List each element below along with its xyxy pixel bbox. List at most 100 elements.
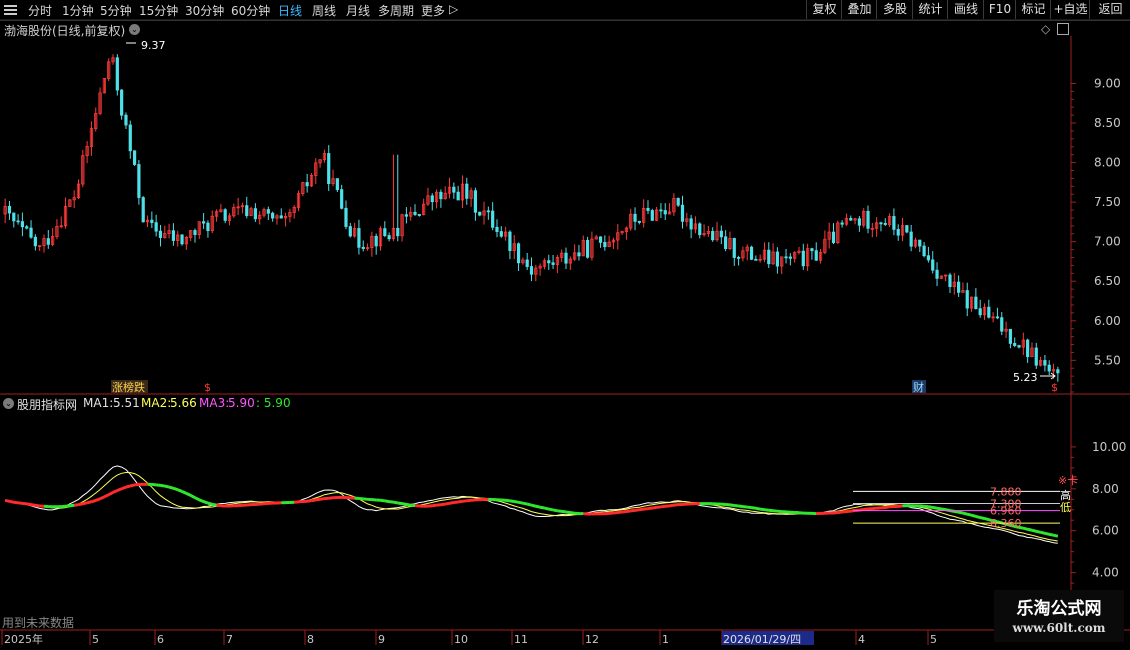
candle-body (12, 212, 16, 222)
candle-body (439, 191, 443, 200)
signal-segment (966, 512, 972, 517)
signal-segment (932, 505, 938, 510)
signal-segment (613, 511, 618, 515)
candle-body (128, 124, 132, 152)
candle-body (120, 89, 124, 116)
signal-segment (194, 496, 200, 502)
candle-body (46, 238, 50, 245)
candle-body (253, 208, 257, 220)
signal-segment (198, 498, 205, 503)
ma2-label: MA2: (141, 396, 172, 410)
signal-segment (764, 508, 769, 512)
price-tick-label: 5.50 (1094, 353, 1121, 367)
signal-segment (116, 487, 123, 492)
time-axis-label: 7 (226, 633, 233, 646)
candle-body (965, 290, 969, 309)
signal-segment (552, 508, 558, 513)
signal-segment (859, 507, 864, 512)
signal-segment (841, 510, 847, 514)
candle-body (637, 220, 641, 223)
candle-body (206, 222, 210, 232)
candle-body (529, 266, 534, 275)
signal-segment (971, 513, 977, 518)
price-tick-label: 8.00 (1094, 156, 1121, 170)
signal-segment (738, 504, 744, 509)
signal-segment (466, 498, 472, 503)
signal-segment (9, 499, 15, 504)
candle-body (810, 248, 814, 252)
signal-segment (565, 510, 571, 515)
candle-body (598, 236, 603, 243)
price-tick-label: 6.00 (1094, 314, 1121, 328)
signal-segment (155, 483, 161, 487)
candle-body (754, 258, 758, 261)
candle-body (831, 231, 836, 243)
candle-body (1013, 343, 1017, 346)
candle-body (383, 228, 387, 236)
signal-segment (216, 503, 222, 508)
signal-segment (319, 497, 325, 501)
time-axis-label: 5 (930, 633, 937, 646)
candle-body (698, 223, 702, 236)
candle-body (348, 226, 352, 237)
candle-body (180, 234, 184, 245)
candle-body (585, 239, 590, 258)
signal-segment (393, 500, 399, 505)
signal-segment (643, 507, 649, 511)
candle-body (413, 211, 417, 215)
candle-body (724, 236, 728, 250)
candle-body (732, 238, 736, 258)
signal-segment (306, 499, 312, 503)
price-tick-label: 8.50 (1094, 116, 1121, 130)
signal-segment (121, 485, 127, 491)
signal-segment (134, 482, 140, 487)
ma2-value: 5.66 (170, 396, 197, 410)
candle-body (508, 231, 512, 251)
candle-body (987, 306, 991, 318)
candle-body (676, 198, 680, 206)
candle-body (633, 213, 637, 222)
signal-segment (388, 500, 394, 504)
candle-body (344, 207, 348, 227)
signal-segment (168, 485, 174, 490)
price-tick-label: 9.00 (1094, 76, 1121, 90)
dollar-marker-2: $ (1051, 381, 1058, 394)
signal-segment (962, 511, 968, 516)
candle-body (223, 209, 227, 221)
signal-segment (449, 501, 455, 505)
signal-segment (1027, 527, 1033, 532)
candle-body (1000, 317, 1004, 332)
signal-segment (1035, 529, 1041, 534)
candle-body (279, 215, 283, 219)
dollar-marker-1: $ (204, 381, 211, 394)
level-label-0: 7.880 (990, 485, 1022, 498)
candle-body (1008, 328, 1012, 344)
time-axis-label: 1 (662, 633, 669, 646)
signal-segment (531, 503, 537, 508)
side-label-1: 高 (1060, 488, 1071, 502)
level-label-3: 6.360 (990, 517, 1022, 530)
candle-body (866, 210, 870, 229)
candle-body (896, 228, 900, 236)
candle-body (564, 252, 568, 264)
indicator-dropdown-icon[interactable]: ⌄ (3, 398, 14, 409)
signal-segment (457, 499, 463, 504)
signal-segment (522, 501, 528, 506)
candle-body (1043, 360, 1047, 366)
candle-body (16, 220, 20, 223)
signal-segment (207, 501, 213, 506)
candle-body (1056, 369, 1060, 374)
signal-segment (311, 498, 317, 503)
signal-segment (759, 507, 765, 512)
candle-body (922, 245, 926, 257)
candle-body (926, 255, 931, 261)
candle-body (141, 197, 145, 223)
signal-segment (936, 506, 942, 511)
candle-body (788, 256, 792, 259)
signal-segment (380, 498, 386, 503)
signal-segment (397, 501, 403, 506)
signal-segment (621, 510, 627, 514)
candle-body (478, 211, 482, 216)
signal-segment (164, 484, 170, 489)
price-tick-label: 7.00 (1094, 235, 1121, 249)
